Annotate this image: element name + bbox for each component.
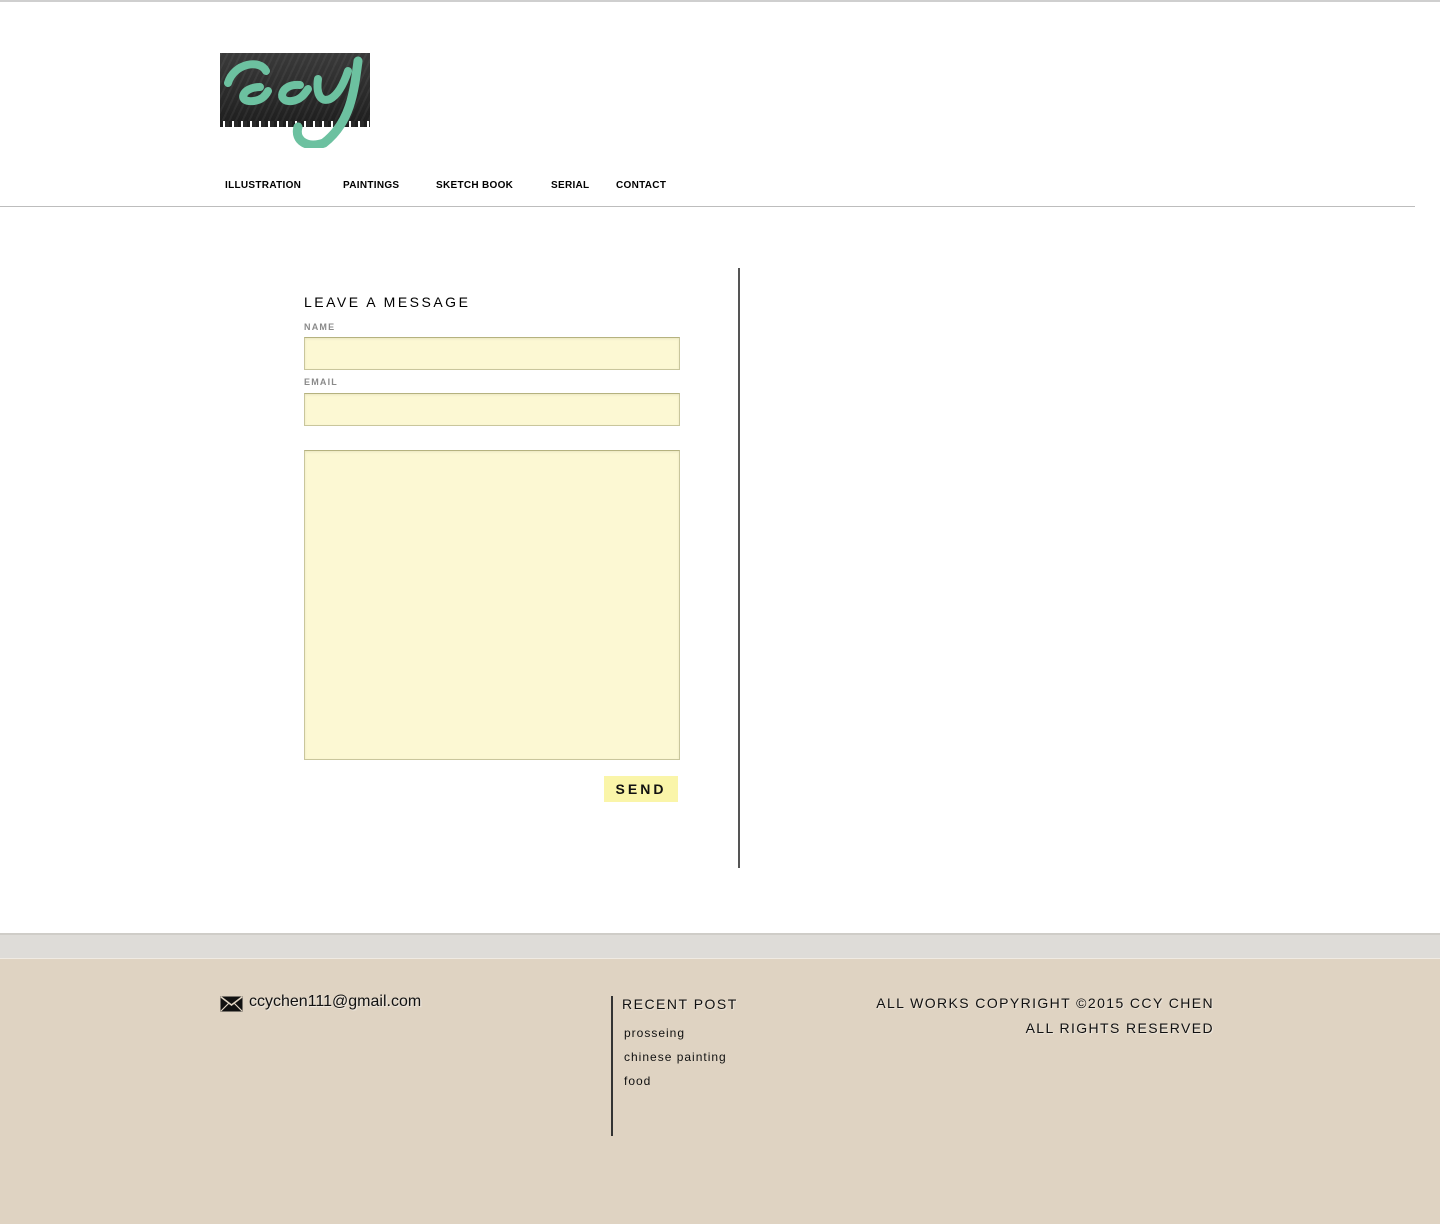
message-textarea[interactable]: [304, 450, 680, 760]
form-title: LEAVE A MESSAGE: [304, 294, 471, 310]
email-label: EMAIL: [304, 377, 338, 387]
logo-mark: [224, 56, 363, 148]
nav-item-illustration[interactable]: ILLUSTRATION: [225, 180, 301, 191]
send-button[interactable]: SEND: [604, 776, 678, 802]
site-logo[interactable]: [220, 53, 370, 148]
top-rule: [0, 0, 1440, 2]
copyright-line-1: ALL WORKS COPYRIGHT ©2015 CCY CHEN: [876, 995, 1214, 1011]
email-input[interactable]: [304, 393, 680, 426]
recent-post-link[interactable]: food: [624, 1074, 651, 1088]
recent-post-link[interactable]: chinese painting: [624, 1050, 727, 1064]
nav-item-paintings[interactable]: PAINTINGS: [343, 180, 399, 191]
nav-item-contact[interactable]: CONTACT: [616, 180, 666, 191]
main-nav: ILLUSTRATION PAINTINGS SKETCH BOOK SERIA…: [0, 180, 1440, 200]
recent-post-link[interactable]: prosseing: [624, 1026, 685, 1040]
footer-divider: [611, 996, 613, 1136]
nav-divider: [0, 206, 1415, 207]
email-address[interactable]: ccychen111@gmail.com: [249, 993, 421, 1011]
name-label: NAME: [304, 322, 336, 332]
content-divider: [738, 268, 740, 868]
nav-item-serial[interactable]: SERIAL: [551, 180, 589, 191]
nav-item-sketch-book[interactable]: SKETCH BOOK: [436, 180, 513, 191]
footer-strip: [0, 933, 1440, 958]
copyright-line-2: ALL RIGHTS RESERVED: [1025, 1020, 1214, 1036]
recent-post-heading: RECENT POST: [622, 996, 738, 1012]
name-input[interactable]: [304, 337, 680, 370]
envelope-icon: [220, 996, 243, 1012]
